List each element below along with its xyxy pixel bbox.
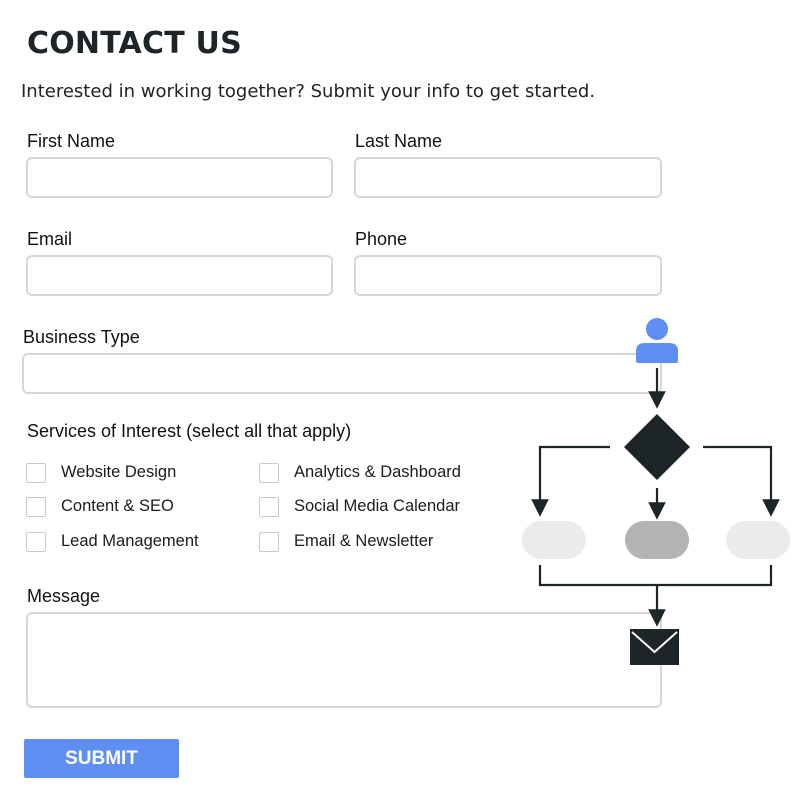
envelope-icon — [630, 629, 679, 665]
workflow-illustration — [522, 318, 790, 665]
flow-option-pill-center — [625, 521, 689, 559]
flow-option-pill-left — [522, 521, 586, 559]
flow-option-pill-right — [726, 521, 790, 559]
flow-connector-lines — [531, 368, 780, 627]
user-icon — [636, 318, 678, 363]
decision-diamond-icon — [624, 414, 690, 480]
